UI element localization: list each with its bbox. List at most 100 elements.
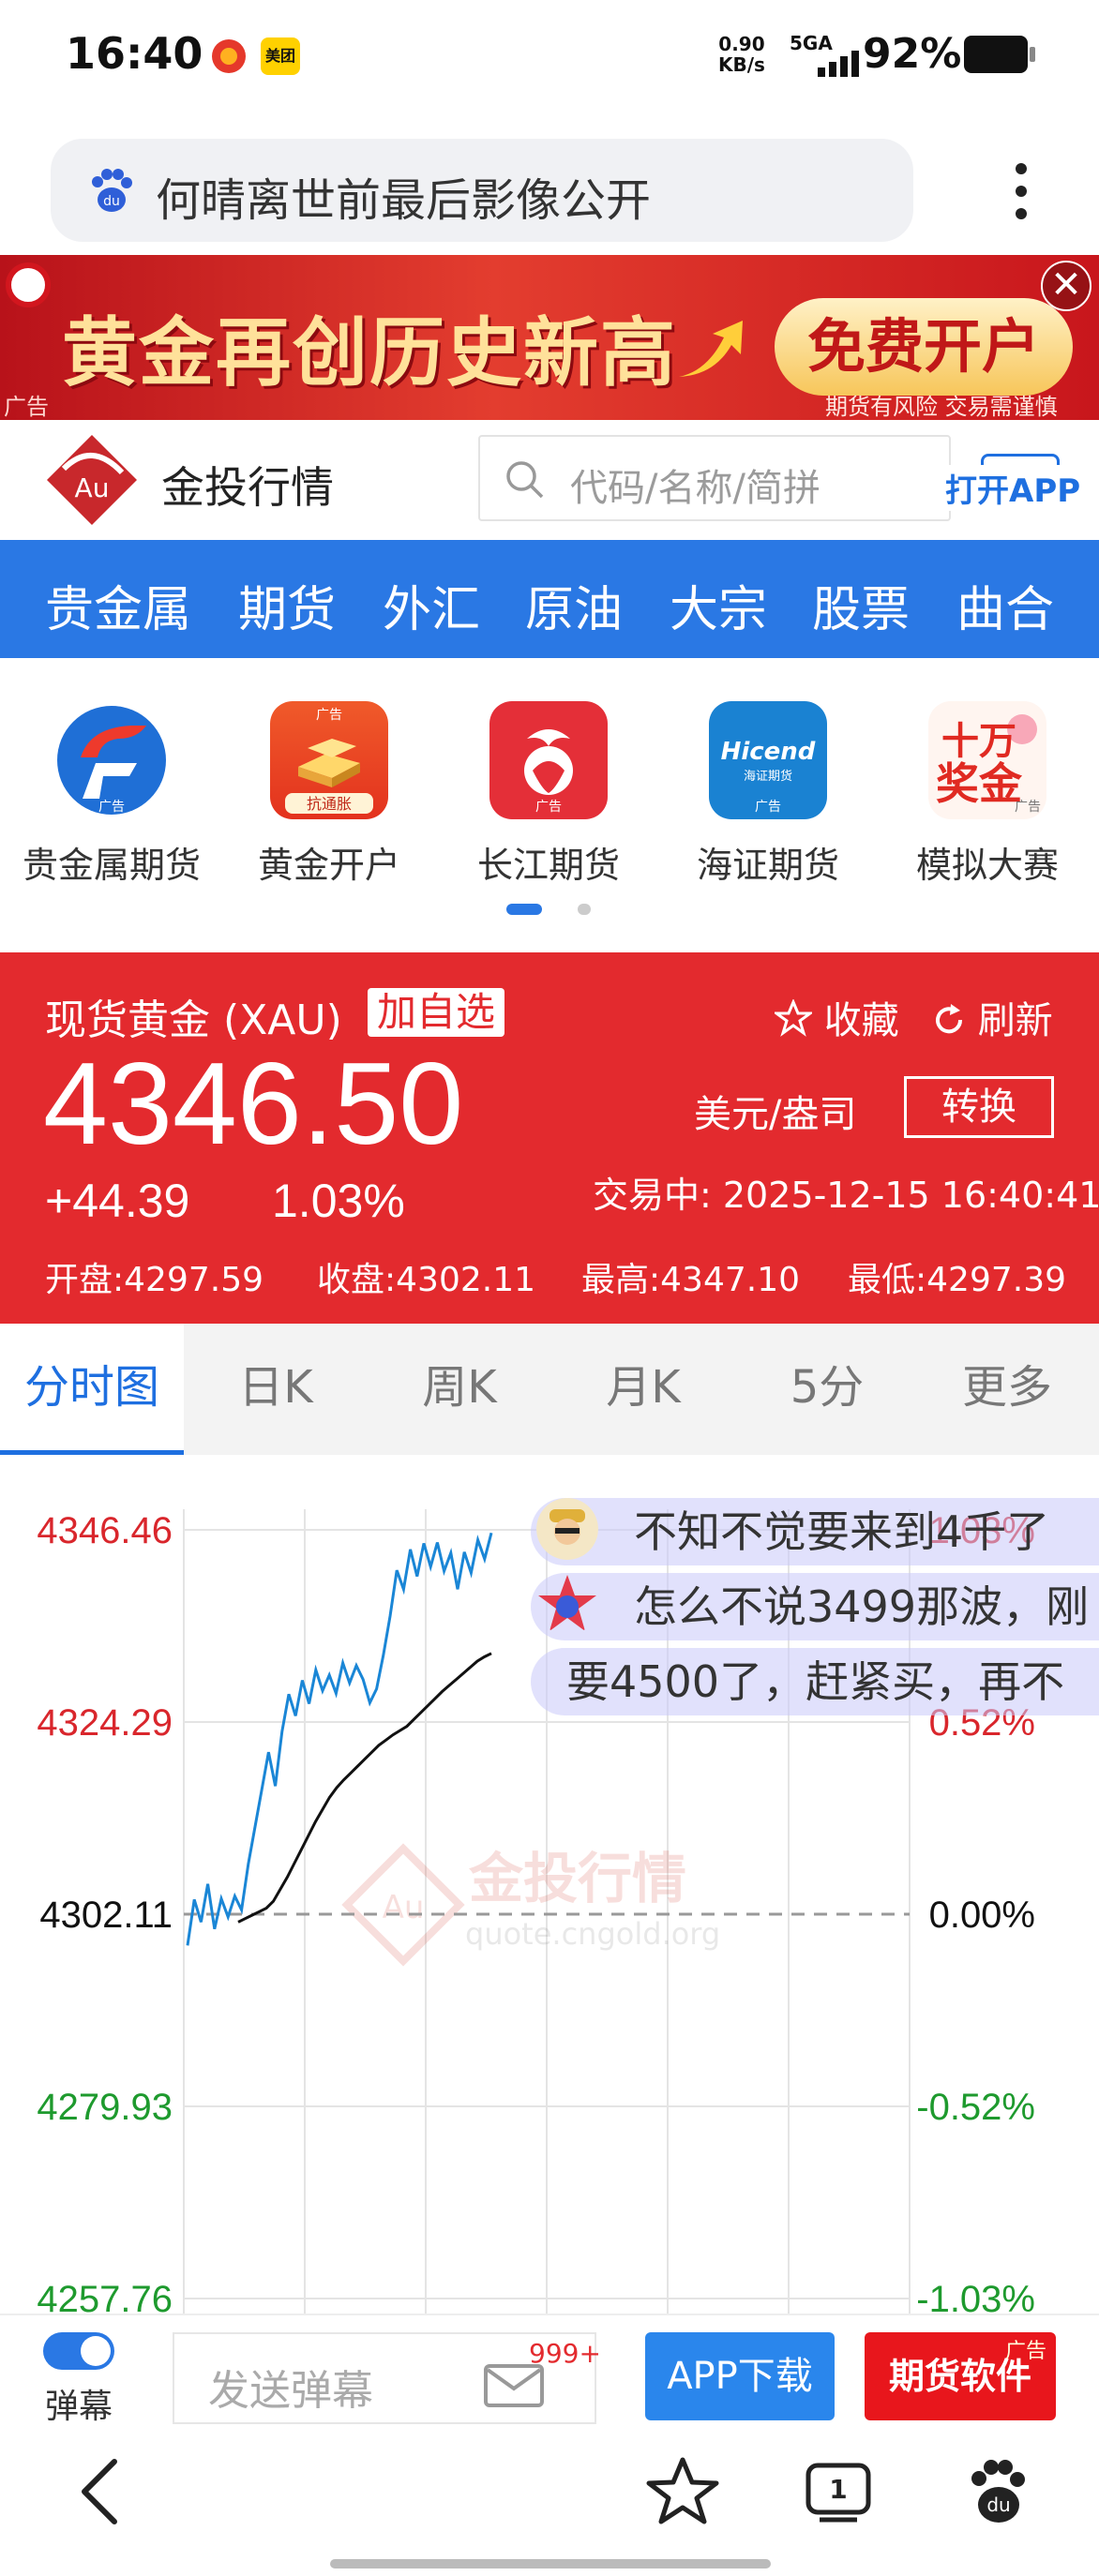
price-line bbox=[186, 1532, 493, 1946]
danmaku-toggle[interactable] bbox=[43, 2332, 114, 2370]
y-tick-left: 4302.11 bbox=[39, 1895, 173, 1936]
browser-search-bar[interactable]: du 何晴离世前最后影像公开 bbox=[51, 139, 913, 242]
chart-watermark: Au 金投行情 quote.cngold.org bbox=[341, 1843, 720, 1967]
trade-time: 交易中: 2025-12-15 16:40:41 bbox=[593, 1175, 1099, 1216]
ad-tag: 广告 bbox=[1005, 2340, 1047, 2363]
ad-logo-icon bbox=[6, 262, 51, 307]
tabs-icon[interactable]: 1 bbox=[801, 2454, 876, 2529]
message-icon[interactable] bbox=[484, 2362, 544, 2409]
svg-text:Au: Au bbox=[75, 472, 110, 503]
partner-changjiang-futures[interactable]: 广告 长江期货 bbox=[450, 701, 647, 907]
refresh-button[interactable]: 刷新 bbox=[932, 990, 1053, 1044]
current-price: 4346.50 bbox=[43, 1040, 464, 1169]
svg-text:Hicend: Hicend bbox=[721, 738, 816, 766]
intraday-chart[interactable]: Au 金投行情 quote.cngold.org 4346.461.03%432… bbox=[0, 1455, 1099, 2317]
danmaku-input[interactable]: 发送弹幕 999+ bbox=[173, 2332, 601, 2424]
bookmark-star-icon[interactable] bbox=[645, 2454, 720, 2529]
danmaku-message[interactable]: 怎么不说3499那波，刚 bbox=[531, 1573, 1099, 1640]
tab-more[interactable]: 更多 bbox=[915, 1324, 1099, 1455]
battery-percent: 92% bbox=[863, 30, 962, 78]
close-ad-icon[interactable]: ✕ bbox=[1041, 261, 1091, 311]
svg-text:du: du bbox=[103, 194, 120, 209]
price-unit: 美元/盎司 bbox=[694, 1093, 857, 1136]
svg-text:Au: Au bbox=[383, 1889, 425, 1926]
open-price: 开盘:4297.59 bbox=[45, 1261, 263, 1299]
tab-weekly-k[interactable]: 周K bbox=[368, 1324, 551, 1455]
y-tick-left: 4279.93 bbox=[37, 2087, 173, 2128]
price-change: +44.39 bbox=[45, 1175, 190, 1227]
watermark-text: 金投行情 bbox=[469, 1847, 686, 1910]
nav-precious-metals[interactable]: 贵金属 bbox=[45, 570, 191, 640]
svg-text:抗通胀: 抗通胀 bbox=[307, 795, 352, 813]
low-price: 最低:4297.39 bbox=[848, 1261, 1066, 1299]
battery-icon bbox=[964, 36, 1035, 73]
partner-gold-account[interactable]: 抗通胀 广告 黄金开户 bbox=[231, 701, 428, 907]
precious-futures-icon: 广告 bbox=[53, 701, 171, 819]
tab-daily-k[interactable]: 日K bbox=[184, 1324, 368, 1455]
svg-text:海证期货: 海证期货 bbox=[744, 769, 792, 784]
status-time: 16:40 bbox=[66, 28, 203, 79]
meituan-app-icon: 美团 bbox=[261, 37, 300, 75]
open-app-button[interactable]: 打开APP bbox=[943, 454, 1083, 511]
site-header: Au 金投行情 代码/名称/简拼 打开APP bbox=[0, 420, 1099, 540]
avatar-icon bbox=[536, 1498, 598, 1560]
nav-forex[interactable]: 外汇 bbox=[383, 570, 480, 640]
up-arrow-icon bbox=[679, 321, 743, 377]
message-badge: 999+ bbox=[529, 2338, 601, 2369]
chart-tabs: 分时图 日K 周K 月K 5分 更多 bbox=[0, 1324, 1099, 1455]
back-icon[interactable] bbox=[66, 2454, 141, 2529]
network-speed: 0.90 KB/s bbox=[718, 33, 765, 76]
y-tick-left: 4324.29 bbox=[37, 1702, 173, 1744]
convert-button[interactable]: 转换 bbox=[904, 1076, 1054, 1138]
site-name: 金投行情 bbox=[161, 462, 334, 513]
baidu-home-icon[interactable]: du bbox=[960, 2454, 1035, 2529]
danmaku-message[interactable]: 要4500了，赶紧买，再不 bbox=[531, 1648, 1099, 1715]
danmaku-toggle-label: 弹幕 bbox=[45, 2388, 113, 2426]
category-nav: 贵金属 期货 外汇 原油 大宗 股票 曲合 bbox=[0, 540, 1099, 658]
baidu-paw-icon: du bbox=[92, 169, 132, 212]
danmaku-input-bar: 弹幕 发送弹幕 999+ APP下载 期货软件 广告 bbox=[0, 2314, 1099, 2432]
y-tick-left: 4346.46 bbox=[37, 1510, 173, 1551]
y-tick-right: 0.00% bbox=[929, 1895, 1035, 1936]
nav-commodities[interactable]: 大宗 bbox=[670, 570, 767, 640]
nav-futures[interactable]: 期货 bbox=[238, 570, 336, 640]
site-logo-icon[interactable]: Au bbox=[43, 431, 141, 529]
quote-search-input[interactable]: 代码/名称/简拼 bbox=[478, 435, 951, 521]
partner-haizheng-futures[interactable]: Hicend 海证期货 广告 海证期货 bbox=[670, 701, 866, 907]
nav-quhe[interactable]: 曲合 bbox=[956, 570, 1054, 640]
star-icon bbox=[772, 998, 815, 1037]
svg-text:1: 1 bbox=[829, 2474, 847, 2505]
signal-icon bbox=[805, 45, 859, 77]
tab-5min[interactable]: 5分 bbox=[735, 1324, 919, 1455]
more-menu-icon[interactable] bbox=[1011, 159, 1033, 225]
svg-text:十万: 十万 bbox=[941, 720, 1016, 763]
app-download-button[interactable]: APP下载 bbox=[645, 2332, 835, 2420]
partner-simulation-contest[interactable]: 十万 奖金 广告 模拟大赛 bbox=[889, 701, 1086, 907]
gold-bar-icon: 抗通胀 广告 bbox=[270, 701, 388, 819]
nav-crude-oil[interactable]: 原油 bbox=[525, 570, 623, 640]
partner-precious-futures[interactable]: 广告 贵金属期货 bbox=[13, 701, 210, 907]
svg-text:du: du bbox=[986, 2494, 1010, 2516]
nav-stocks[interactable]: 股票 bbox=[812, 570, 910, 640]
ad-banner[interactable]: 黄金再创历史新高 免费开户 ✕ 广告 期货有风险 交易需谨慎 bbox=[0, 255, 1099, 420]
danmaku-message[interactable]: 不知不觉要来到4千了 bbox=[531, 1498, 1099, 1565]
tab-monthly-k[interactable]: 月K bbox=[551, 1324, 735, 1455]
add-watchlist-button[interactable]: 加自选 bbox=[368, 988, 505, 1037]
simulation-contest-icon: 十万 奖金 广告 bbox=[928, 701, 1046, 819]
haizheng-futures-icon: Hicend 海证期货 广告 bbox=[709, 701, 827, 819]
y-tick-left: 4257.76 bbox=[37, 2279, 173, 2317]
browser-bottom-nav: 1 du bbox=[0, 2434, 1099, 2576]
notification-app-icon bbox=[212, 39, 246, 73]
close-price: 收盘:4302.11 bbox=[317, 1261, 535, 1299]
carousel-dots bbox=[506, 904, 600, 917]
ad-title: 黄金再创历史新高 bbox=[62, 309, 677, 397]
free-account-button[interactable]: 免费开户 bbox=[775, 298, 1073, 396]
dot-inactive[interactable] bbox=[578, 904, 591, 915]
favorite-button[interactable]: 收藏 bbox=[772, 990, 899, 1044]
tab-intraday[interactable]: 分时图 bbox=[0, 1324, 184, 1455]
search-icon bbox=[506, 461, 544, 499]
dot-active[interactable] bbox=[506, 904, 542, 915]
watermark-url: quote.cngold.org bbox=[465, 1916, 720, 1952]
home-indicator[interactable] bbox=[330, 2559, 771, 2569]
ad-tag: 广告 bbox=[4, 394, 49, 420]
